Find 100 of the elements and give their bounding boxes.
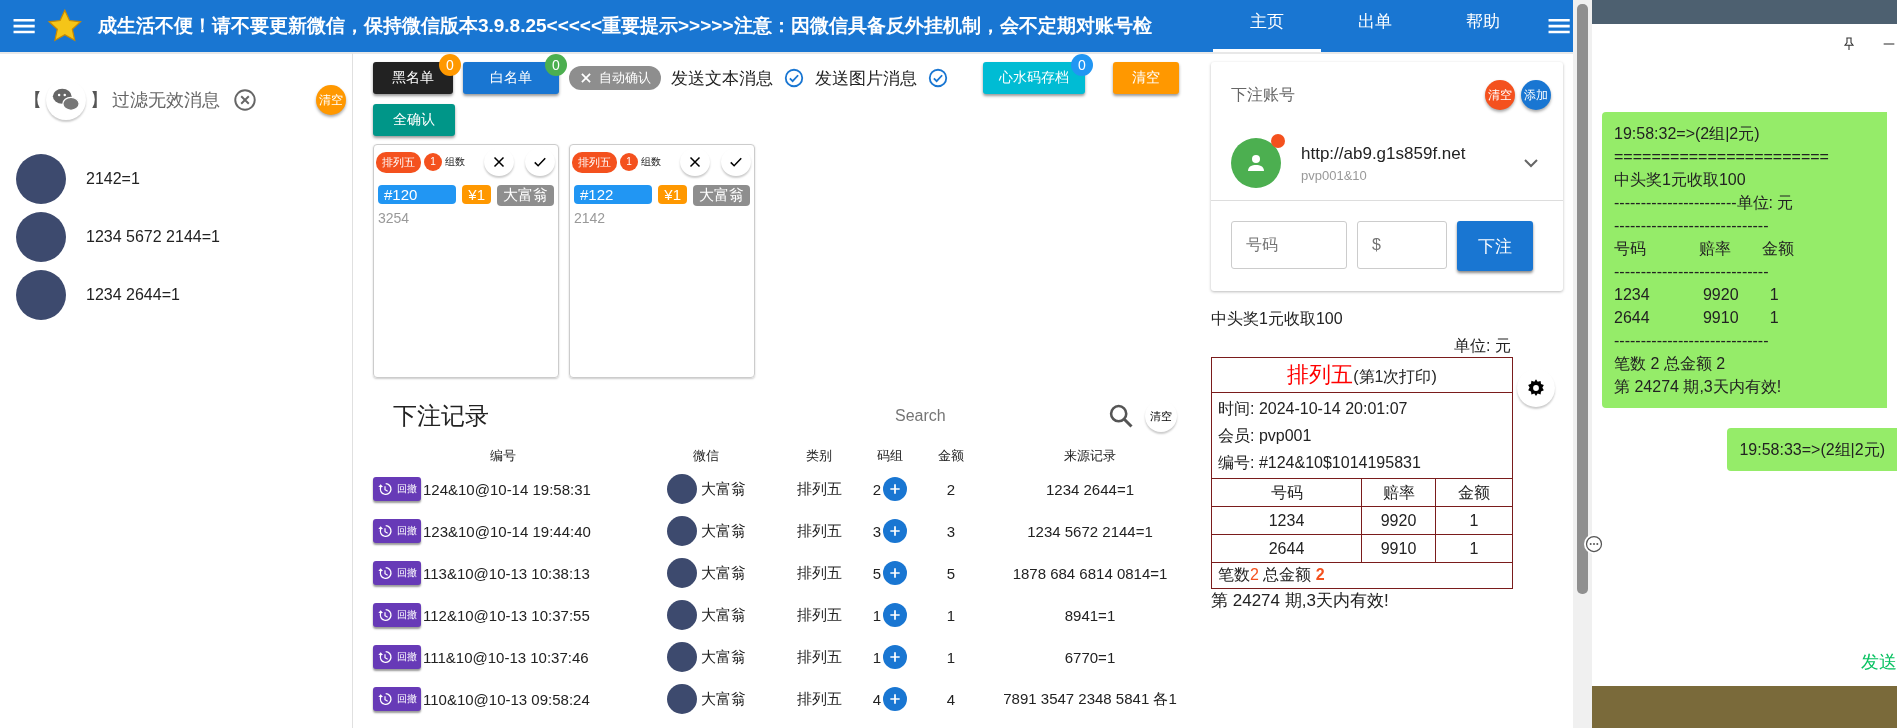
message-text: 2142=1 bbox=[86, 170, 140, 188]
bracket: 】 bbox=[90, 89, 108, 112]
scrollbar[interactable] bbox=[1573, 0, 1592, 728]
id-tag: #122 bbox=[574, 185, 653, 204]
user-tag: 大富翁 bbox=[693, 185, 750, 206]
message-line: 第 24274 期,3天内有效! bbox=[1614, 377, 1783, 397]
add-button[interactable] bbox=[883, 519, 908, 543]
table-cell: 124&10@10-14 19:58:31 bbox=[423, 480, 591, 498]
reject-button[interactable] bbox=[680, 148, 710, 176]
message-line: ======================= bbox=[1614, 147, 1830, 167]
undo-button[interactable]: 回撤 bbox=[373, 561, 421, 585]
avatar bbox=[16, 154, 66, 204]
table-cell: 110&10@10-13 09:58:24 bbox=[423, 690, 590, 708]
table-cell: 1 bbox=[1436, 507, 1512, 535]
count-badge: 0 bbox=[439, 54, 461, 76]
table-cell: 5 bbox=[872, 564, 882, 582]
column-header: 类别 bbox=[805, 447, 833, 465]
account-user: pvp001&10 bbox=[1301, 167, 1368, 183]
account-url: http://ab9.g1s859f.net bbox=[1301, 143, 1467, 164]
undo-button[interactable]: 回撤 bbox=[373, 645, 421, 669]
add-button[interactable] bbox=[883, 645, 908, 669]
table-cell-text: 排列五 bbox=[795, 689, 843, 709]
table-cell-text: 排列五 bbox=[795, 521, 843, 541]
more-icon[interactable] bbox=[1584, 534, 1604, 554]
number-field[interactable]: 号码 bbox=[1231, 221, 1347, 269]
reject-button[interactable] bbox=[484, 148, 514, 176]
table-cell: 大富翁 bbox=[700, 689, 746, 709]
settings-button[interactable] bbox=[1517, 369, 1555, 407]
toolbar-button[interactable]: 全确认 bbox=[373, 104, 455, 136]
table-cell-text: 1234 5672 2144=1 bbox=[1026, 522, 1154, 540]
avatar bbox=[666, 516, 697, 546]
table-cell: 123&10@10-14 19:44:40 bbox=[423, 522, 591, 540]
table-cell: 1234 bbox=[1212, 507, 1362, 535]
message-line: 19:58:33=>(2组|2元) bbox=[1739, 440, 1885, 460]
receipt-title: 排列五 bbox=[1287, 362, 1354, 387]
receipt-summary: 笔数2 总金额 2 bbox=[1217, 565, 1326, 585]
add-button[interactable] bbox=[883, 477, 908, 501]
scrollbar-thumb[interactable] bbox=[1577, 4, 1588, 594]
count-badge: 1 bbox=[620, 153, 638, 171]
table-cell-text: 7891 3547 2348 5841 各1 bbox=[1002, 689, 1178, 709]
send-button[interactable]: 发送 bbox=[1861, 650, 1897, 674]
history-icon bbox=[377, 691, 393, 707]
clear-circle-icon[interactable] bbox=[232, 87, 258, 113]
add-button[interactable]: 添加 bbox=[1521, 80, 1551, 110]
auto-confirm-chip[interactable]: 自动确认 bbox=[569, 66, 661, 90]
user-tag: 大富翁 bbox=[497, 185, 554, 206]
settings-icon bbox=[1526, 378, 1546, 398]
bet-numbers: 2142 bbox=[573, 209, 607, 228]
message-text: 1234 2644=1 bbox=[86, 286, 180, 304]
history-icon bbox=[377, 607, 393, 623]
history-icon bbox=[377, 565, 393, 581]
id-tag: #120 bbox=[378, 185, 457, 204]
table-cell: 3 bbox=[872, 522, 882, 540]
nav-tab[interactable]: 出单 bbox=[1320, 0, 1429, 52]
confirm-button[interactable] bbox=[525, 148, 555, 176]
message-line: 2644 9910 1 bbox=[1614, 308, 1780, 328]
undo-button[interactable]: 回撤 bbox=[373, 603, 421, 627]
confirm-button[interactable] bbox=[721, 148, 751, 176]
message-line: ----------------------------- bbox=[1614, 331, 1770, 351]
table-cell-text: 8941=1 bbox=[1063, 606, 1117, 624]
add-button[interactable] bbox=[883, 561, 908, 585]
pin-icon[interactable] bbox=[1841, 36, 1857, 52]
table-cell: 112&10@10-13 10:37:55 bbox=[423, 606, 590, 624]
lottery-tag: 排列五 bbox=[376, 151, 421, 173]
table-cell: 1 bbox=[1436, 535, 1512, 563]
avatar bbox=[666, 600, 697, 630]
column-header: 赔率 bbox=[1362, 479, 1436, 507]
bet-button[interactable]: 下注 bbox=[1457, 221, 1533, 271]
filter-label: 过滤无效消息 bbox=[112, 89, 220, 112]
close-icon bbox=[579, 71, 593, 85]
message-line: 19:58:32=>(2组|2元) bbox=[1614, 124, 1761, 144]
table-cell-text: 1 bbox=[945, 648, 957, 666]
table-cell: 大富翁 bbox=[700, 521, 746, 541]
column-header: 来源记录 bbox=[1063, 447, 1117, 465]
nav-tab[interactable]: 主页 bbox=[1212, 0, 1321, 52]
message-line: 号码 赔率 金额 bbox=[1614, 239, 1796, 259]
table-cell: 9910 bbox=[1362, 535, 1436, 563]
table-cell-text: 排列五 bbox=[795, 563, 843, 583]
check-circle-icon[interactable] bbox=[927, 67, 949, 89]
undo-button[interactable]: 回撤 bbox=[373, 687, 421, 711]
add-button[interactable] bbox=[883, 687, 908, 711]
receipt-info: 编号: #124&10$1014195831 bbox=[1218, 453, 1422, 473]
table-cell: 大富翁 bbox=[700, 563, 746, 583]
avatar bbox=[666, 474, 697, 504]
clear-button[interactable]: 清空 bbox=[1145, 400, 1177, 432]
column-header: 微信 bbox=[692, 447, 720, 465]
check-circle-icon[interactable] bbox=[783, 67, 805, 89]
table-cell: 4 bbox=[872, 690, 882, 708]
clear-button[interactable]: 清空 bbox=[1485, 80, 1515, 110]
nav-tab[interactable]: 帮助 bbox=[1428, 0, 1537, 52]
column-header: 号码 bbox=[1212, 479, 1362, 507]
search-icon[interactable] bbox=[1107, 402, 1135, 430]
table-cell-text: 排列五 bbox=[795, 605, 843, 625]
add-button[interactable] bbox=[883, 603, 908, 627]
history-icon bbox=[377, 481, 393, 497]
undo-button[interactable]: 回撤 bbox=[373, 519, 421, 543]
undo-button[interactable]: 回撤 bbox=[373, 477, 421, 501]
amount-field[interactable]: $ bbox=[1357, 221, 1447, 269]
option-label: 发送文本消息 bbox=[671, 67, 773, 90]
table-cell: 1 bbox=[872, 606, 882, 624]
